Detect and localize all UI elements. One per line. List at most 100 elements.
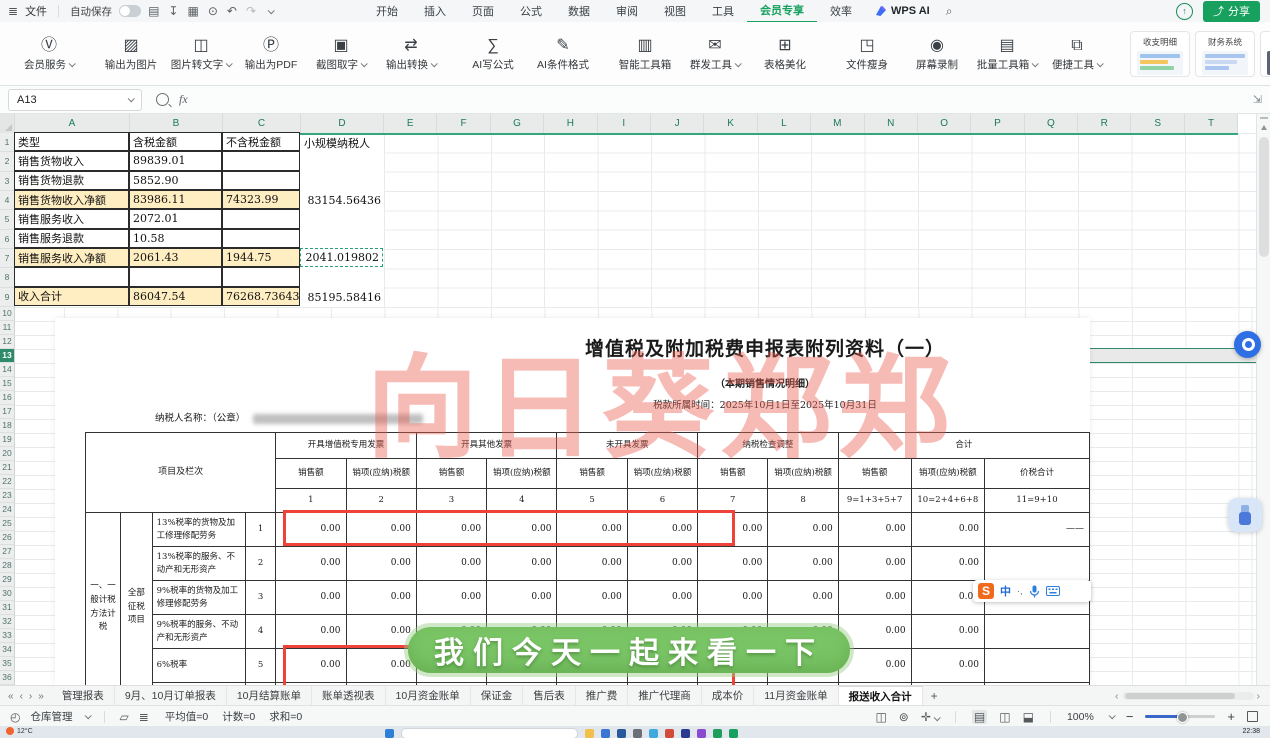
file-menu[interactable]: 文件	[25, 3, 47, 19]
cell-B2[interactable]: 89839.01	[129, 151, 222, 171]
row-header-34[interactable]: 34	[0, 642, 15, 657]
cell-A4[interactable]: 销售货物收入净额	[14, 189, 129, 210]
row-header-20[interactable]: 20	[0, 446, 15, 461]
ribbon-tab-插入[interactable]: 插入	[411, 0, 459, 22]
cell-B9[interactable]: 86047.54	[129, 286, 222, 306]
last-sheet-button[interactable]: »	[38, 691, 44, 702]
cell-C8[interactable]	[222, 267, 300, 287]
column-header-L[interactable]: L	[758, 113, 812, 133]
ribbon-tab-开始[interactable]: 开始	[363, 0, 411, 22]
zoom-level[interactable]: 100%	[1067, 711, 1094, 723]
mass-send-button[interactable]: ✉ 群发工具	[680, 26, 750, 82]
taskbar-app-7[interactable]	[697, 729, 706, 738]
image-to-text-button[interactable]: ◫ 图片转文字	[166, 26, 236, 82]
cell-B6[interactable]: 10.58	[129, 228, 222, 248]
row-header-13[interactable]: 13	[0, 348, 15, 363]
vertical-scrollbar[interactable]	[1256, 113, 1270, 685]
export-pdf-button[interactable]: Ⓟ 输出为PDF	[236, 26, 306, 82]
zoom-slider-knob[interactable]	[1177, 711, 1189, 723]
sheet-tab-成本价[interactable]: 成本价	[702, 685, 755, 706]
ribbon-tab-公式[interactable]: 公式	[507, 0, 555, 22]
print-button[interactable]: ▦	[187, 4, 198, 18]
hscroll-left-arrow-icon[interactable]: ‹	[1115, 690, 1119, 702]
column-header-I[interactable]: I	[598, 113, 651, 133]
share-button[interactable]: ⤴ 分享	[1203, 0, 1260, 22]
sogou-logo-icon[interactable]: S	[978, 583, 994, 599]
taskbar-app-6[interactable]	[681, 729, 690, 738]
cell-B8[interactable]	[129, 267, 222, 287]
row-header-31[interactable]: 31	[0, 600, 15, 615]
cell-A9[interactable]: 收入合计	[14, 286, 129, 306]
taskbar-app-1[interactable]	[601, 729, 610, 738]
row-header-5[interactable]: 5	[0, 210, 15, 230]
column-header-M[interactable]: M	[811, 113, 865, 133]
column-header-T[interactable]: T	[1185, 113, 1239, 133]
ime-language-indicator[interactable]: 中	[1000, 583, 1011, 599]
row-header-6[interactable]: 6	[0, 229, 15, 249]
row-header-8[interactable]: 8	[0, 268, 15, 288]
taskbar-app-9[interactable]	[729, 729, 738, 738]
row-header-2[interactable]: 2	[0, 152, 15, 172]
cell-C6[interactable]	[222, 228, 300, 248]
row-header-30[interactable]: 30	[0, 586, 15, 601]
formula-zoom-icon[interactable]	[156, 93, 169, 106]
taskbar-app-8[interactable]	[713, 729, 722, 738]
row-headers[interactable]: 1 2 3 4 5 6 7 8 9 10 11 12 13 14 15 16 17 18 19 20 21 22 23 24 2…	[0, 133, 15, 685]
table-beautify-button[interactable]: ⊞ 表格美化	[750, 26, 820, 82]
zoom-slider[interactable]	[1145, 711, 1216, 723]
row-header-29[interactable]: 29	[0, 572, 15, 587]
taskbar-app-5[interactable]	[665, 729, 674, 738]
ribbon-tab-工具[interactable]: 工具	[699, 0, 747, 22]
horizontal-scroll-thumb[interactable]	[1124, 693, 1235, 699]
row-header-14[interactable]: 14	[0, 362, 15, 377]
taskbar-app-2[interactable]	[617, 729, 626, 738]
taskbar-app-folder[interactable]	[585, 729, 594, 738]
sheet-tab-11月资金账单[interactable]: 11月资金账单	[754, 685, 839, 706]
quick-access-caret-icon[interactable]	[267, 6, 275, 14]
expand-formula-bar-icon[interactable]: ⇲	[1253, 93, 1262, 106]
cell-A8[interactable]	[14, 267, 129, 287]
row-header-18[interactable]: 18	[0, 418, 15, 433]
output-convert-button[interactable]: ⇄ 输出转换	[376, 26, 446, 82]
save-button[interactable]: ▤	[148, 4, 159, 18]
split-handle[interactable]	[1260, 117, 1268, 119]
zoom-out-button[interactable]: −	[1126, 709, 1134, 724]
outline-icon[interactable]: ≣	[139, 710, 149, 724]
ribbon-tab-页面[interactable]: 页面	[459, 0, 507, 22]
cell-C1[interactable]: 不含税金额	[222, 132, 300, 152]
export-button[interactable]: ↧	[168, 4, 178, 18]
template-card-收支明细[interactable]: 收支明细	[1130, 30, 1190, 77]
cell-D1[interactable]: 小规模纳税人	[301, 133, 384, 152]
row-header-1[interactable]: 1	[0, 133, 15, 153]
taskbar-app-4[interactable]	[649, 729, 658, 738]
ribbon-tab-会员专享[interactable]: 会员专享	[747, 0, 817, 23]
table-tools-icon[interactable]: ◫	[875, 710, 886, 724]
ribbon-tab-数据[interactable]: 数据	[555, 0, 603, 22]
wps-logo-icon[interactable]: ≣	[8, 4, 18, 18]
fx-icon[interactable]: fx	[179, 92, 188, 107]
normal-view-button[interactable]: ▤	[971, 709, 988, 724]
autosave-toggle[interactable]	[119, 5, 142, 17]
batch-toolbox-button[interactable]: ▤ 批量工具箱	[972, 26, 1042, 82]
column-header-K[interactable]: K	[704, 113, 758, 133]
column-header-P[interactable]: P	[971, 113, 1025, 133]
fullscreen-button[interactable]	[1247, 711, 1258, 722]
upload-cloud-icon[interactable]: ↑	[1176, 2, 1193, 20]
cell-C4[interactable]: 74323.99	[222, 189, 300, 210]
file-slim-button[interactable]: ◳ 文件瘦身	[832, 26, 902, 82]
eye-protect-icon[interactable]: ⊚	[899, 710, 909, 724]
template-card-销售管理[interactable]: 销售管理	[1260, 30, 1270, 77]
row-header-12[interactable]: 12	[0, 334, 15, 349]
cell-D7[interactable]: 2041.019802	[300, 247, 383, 268]
cell-C3[interactable]	[222, 170, 300, 190]
horizontal-scrollbar[interactable]	[1121, 692, 1254, 700]
ime-toolbar[interactable]: S 中 ·,	[973, 580, 1091, 602]
usb-float-button[interactable]	[1228, 498, 1262, 532]
mode-caret-icon[interactable]	[85, 712, 93, 720]
sheet-tab-推广代理商[interactable]: 推广代理商	[628, 685, 702, 706]
row-header-32[interactable]: 32	[0, 614, 15, 629]
cell-B5[interactable]: 2072.01	[129, 209, 222, 229]
start-button[interactable]	[385, 729, 394, 738]
cell-C7[interactable]: 1944.75	[222, 247, 300, 268]
cell-D9[interactable]: 85195.58416	[301, 288, 384, 307]
